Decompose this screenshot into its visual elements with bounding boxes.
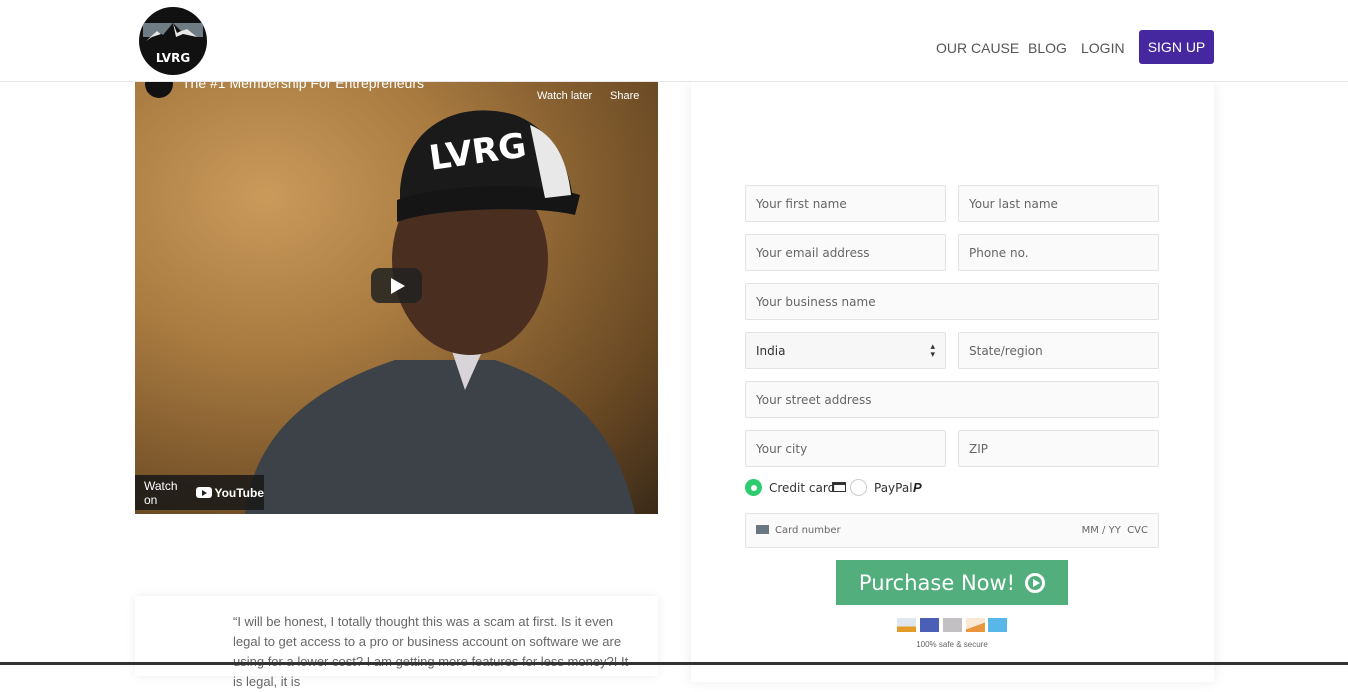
testimonial-text: “I will be honest, I totally thought thi… [233,614,628,689]
lvrg-logo[interactable]: LVRG [139,7,207,75]
paypal-label[interactable]: PayPal [874,481,913,495]
amex-icon [988,618,1007,632]
card-exp-cvc: MM / YY CVC [1081,525,1148,536]
first-name-input[interactable]: Your first name [745,185,946,222]
arrow-circle-right-icon [1025,572,1046,593]
purchase-now-button[interactable]: Purchase Now! [836,560,1068,605]
watch-later-button[interactable]: Watch later [537,90,592,102]
card-icon [756,525,769,534]
card-number-input[interactable]: Card number MM / YY CVC [745,513,1159,548]
state-input[interactable]: State/region [958,332,1159,369]
secure-text: 100% safe & secure [916,640,988,649]
email-input[interactable]: Your email address [745,234,946,271]
credit-card-radio[interactable] [745,479,762,496]
share-button[interactable]: Share [610,90,639,102]
card-generic-icon [943,618,962,632]
watch-on-label: Watch on [144,478,178,507]
youtube-logo: YouTube [196,486,264,500]
country-select[interactable]: India ▴ ▾ [745,332,946,369]
business-name-input[interactable]: Your business name [745,283,1159,320]
nav-login[interactable]: LOGIN [1081,40,1125,56]
discover-icon [966,618,985,632]
zip-input[interactable]: ZIP [958,430,1159,467]
phone-input[interactable]: Phone no. [958,234,1159,271]
play-button[interactable] [371,268,422,303]
site-header: LVRG OUR CAUSE BLOG LOGIN SIGN UP [0,0,1348,82]
paypal-radio[interactable] [850,479,867,496]
youtube-play-icon [196,487,213,498]
credit-card-label[interactable]: Credit card [769,481,835,495]
signup-button[interactable]: SIGN UP [1139,30,1214,64]
video-embed[interactable]: LVRG The #1 Membership For Entrepreneurs… [135,60,658,514]
city-input[interactable]: Your city [745,430,946,467]
nav-blog[interactable]: BLOG [1028,40,1067,56]
street-input[interactable]: Your street address [745,381,1159,418]
mastercard-icon [920,618,939,632]
visa-icon [897,618,916,632]
credit-card-icon [832,482,846,492]
paypal-icon: P [913,480,922,495]
last-name-input[interactable]: Your last name [958,185,1159,222]
watch-on-youtube-button[interactable]: Watch on YouTube [135,475,264,510]
updown-icon: ▴ ▾ [930,341,935,360]
nav-our-cause[interactable]: OUR CAUSE [936,40,1019,56]
